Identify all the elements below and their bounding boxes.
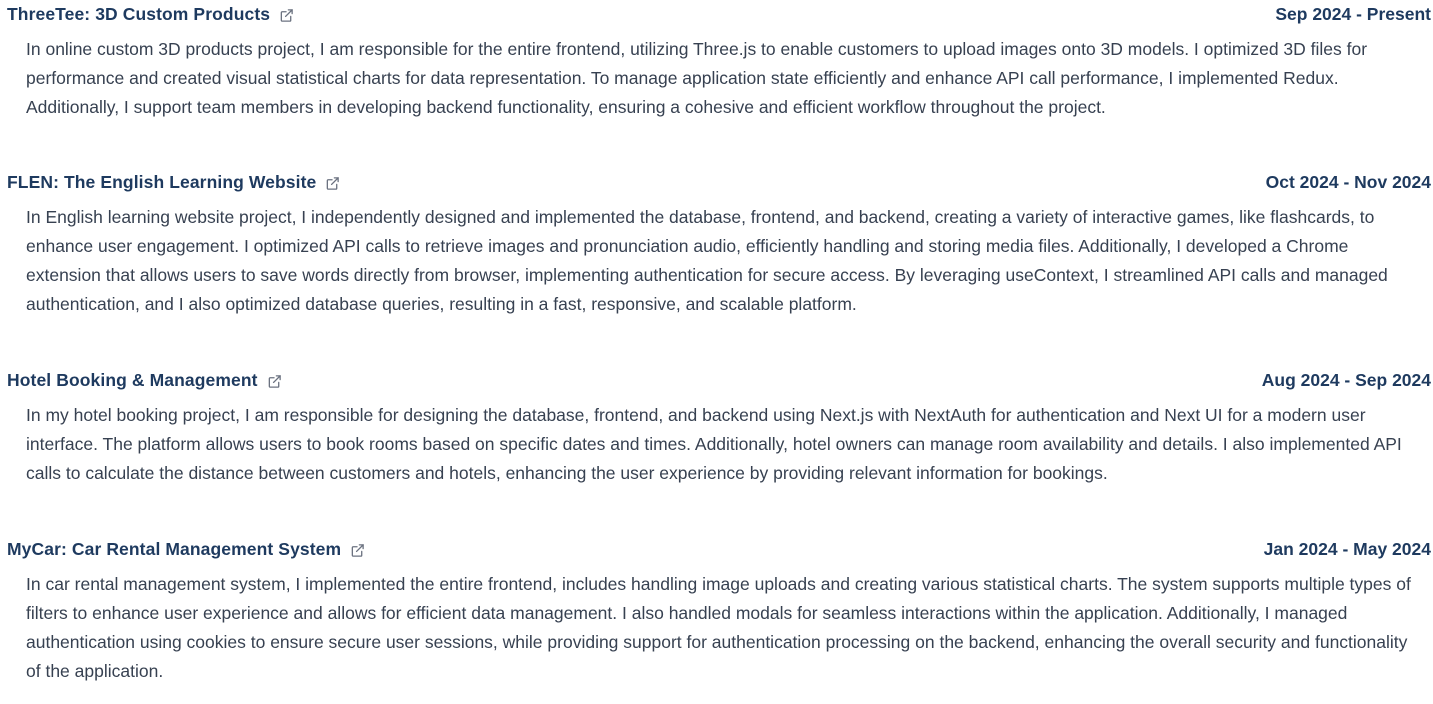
external-link-icon[interactable] [325, 176, 340, 191]
project-title-link[interactable]: Hotel Booking & Management [7, 370, 282, 391]
project-title: FLEN: The English Learning Website [7, 172, 317, 192]
project-header: FLEN: The English Learning Website Oct 2… [0, 168, 1433, 202]
project-description: In English learning website project, I i… [26, 207, 1388, 314]
external-link-icon[interactable] [279, 8, 294, 23]
project-date: Jan 2024 - May 2024 [1263, 539, 1431, 559]
project-header: Hotel Booking & Management Aug 2024 - Se… [0, 366, 1433, 400]
external-link-icon[interactable] [350, 543, 365, 558]
project-title: MyCar: Car Rental Management System [7, 539, 342, 559]
project-date: Sep 2024 - Present [1275, 4, 1431, 24]
project-description: In online custom 3D products project, I … [26, 39, 1368, 117]
project-threetee: ThreeTee: 3D Custom Products Sep 2024 - … [0, 0, 1433, 122]
project-header: ThreeTee: 3D Custom Products Sep 2024 - … [0, 0, 1433, 34]
project-header: MyCar: Car Rental Management System Jan … [0, 535, 1433, 569]
project-description: In car rental management system, I imple… [26, 574, 1411, 681]
project-title-link[interactable]: FLEN: The English Learning Website [7, 172, 340, 193]
project-date: Oct 2024 - Nov 2024 [1265, 172, 1431, 192]
project-hotel-booking: Hotel Booking & Management Aug 2024 - Se… [0, 366, 1433, 488]
project-title: Hotel Booking & Management [7, 370, 258, 390]
projects-section: ThreeTee: 3D Custom Products Sep 2024 - … [0, 0, 1433, 704]
project-date: Aug 2024 - Sep 2024 [1261, 370, 1431, 390]
project-flen: FLEN: The English Learning Website Oct 2… [0, 168, 1433, 319]
project-title-link[interactable]: ThreeTee: 3D Custom Products [7, 4, 294, 25]
project-mycar: MyCar: Car Rental Management System Jan … [0, 535, 1433, 686]
project-title-link[interactable]: MyCar: Car Rental Management System [7, 539, 365, 560]
project-title: ThreeTee: 3D Custom Products [7, 4, 271, 24]
external-link-icon[interactable] [267, 374, 282, 389]
project-description: In my hotel booking project, I am respon… [26, 405, 1402, 483]
